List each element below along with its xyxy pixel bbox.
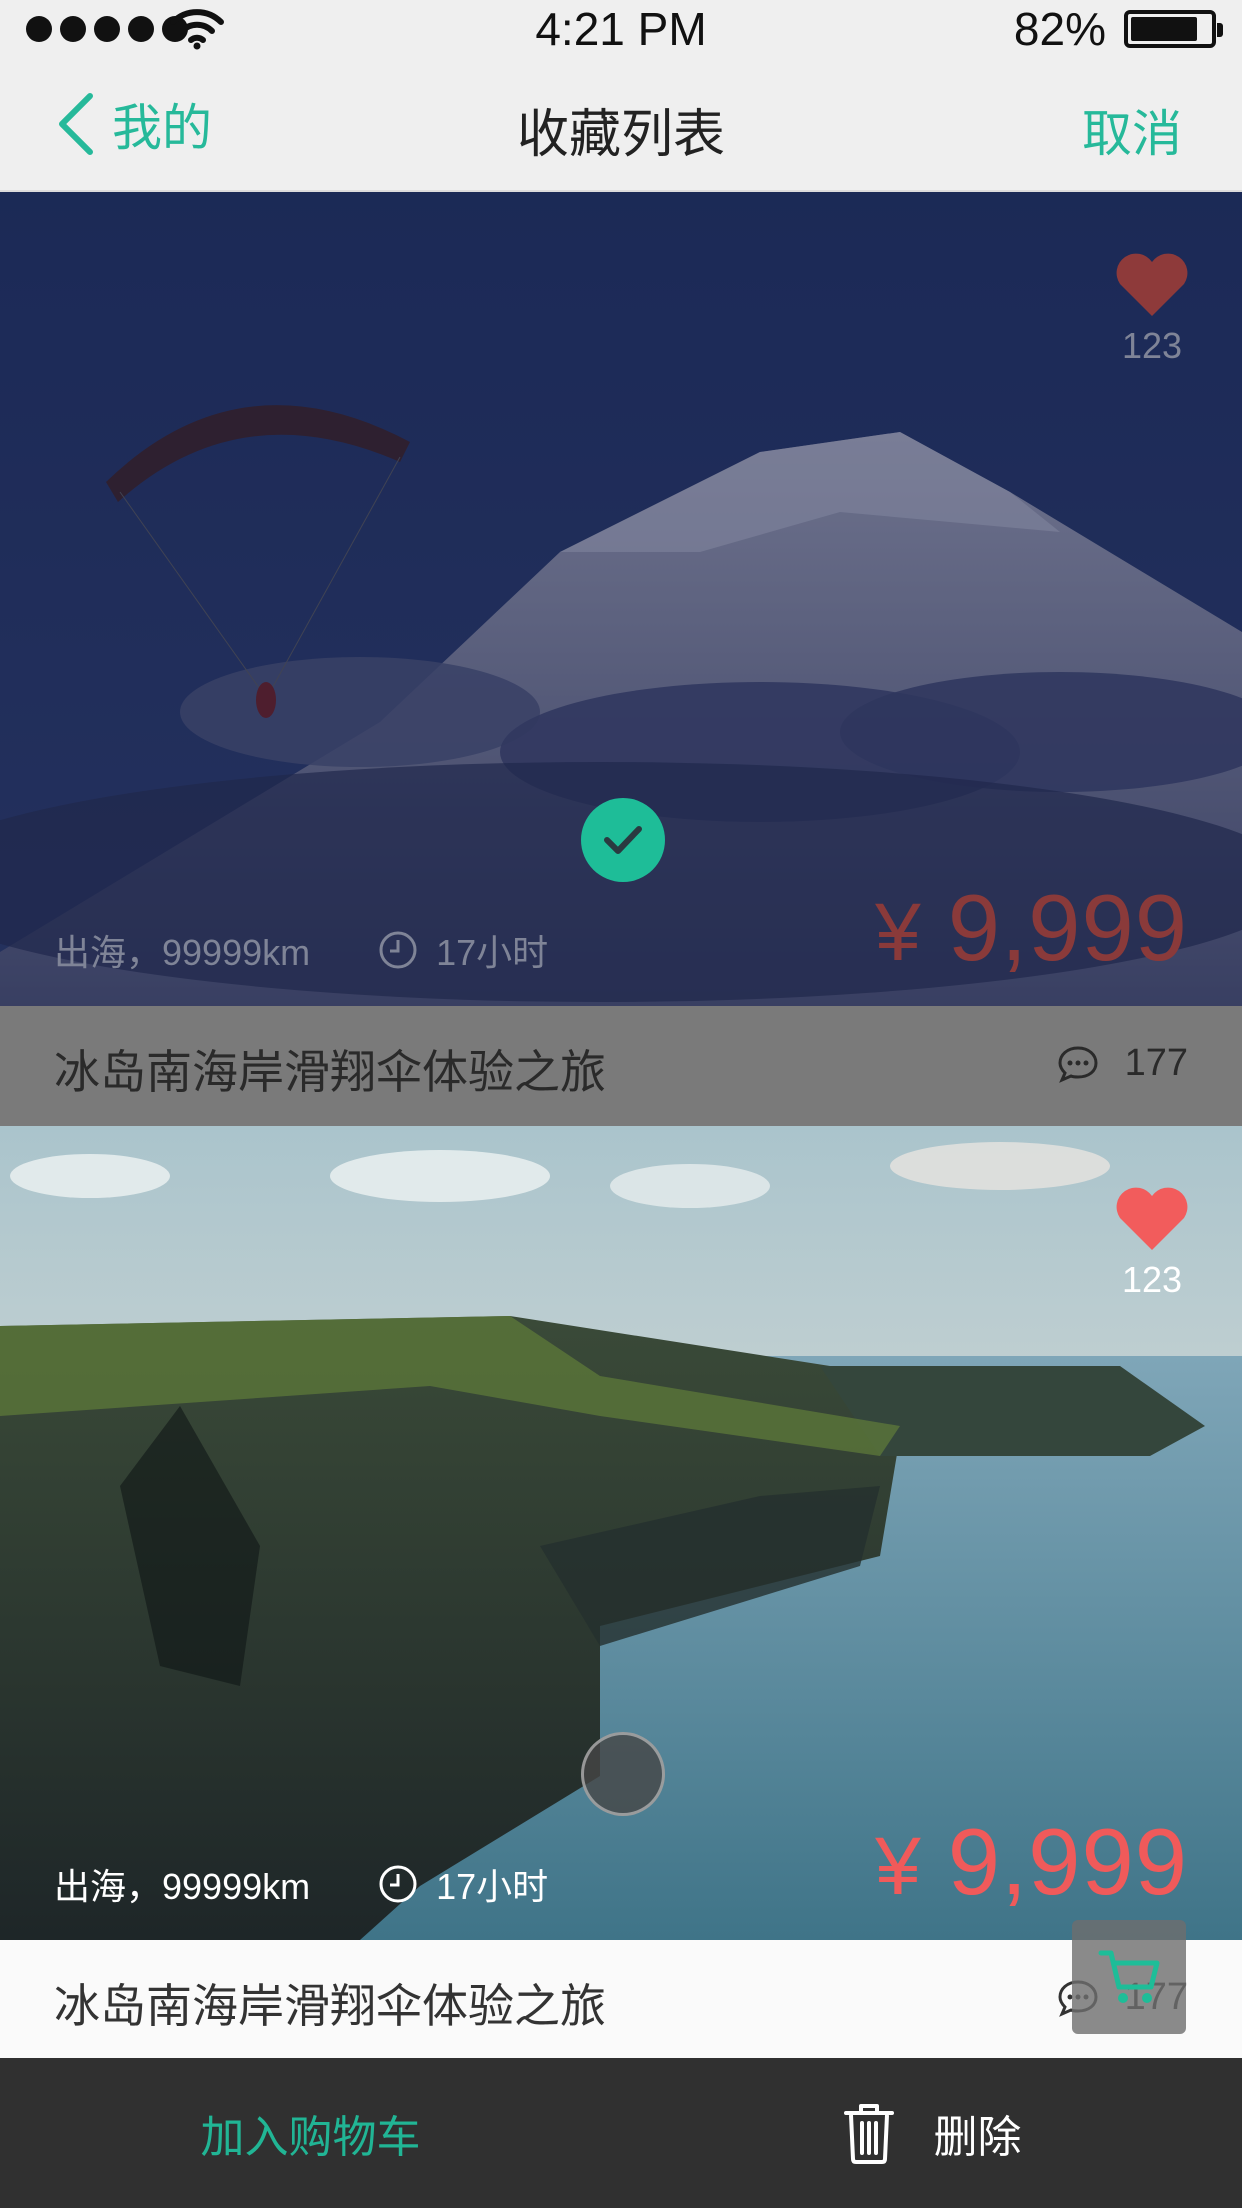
favorite-button[interactable]: 123 <box>1114 252 1190 367</box>
select-checkbox[interactable] <box>581 1732 665 1816</box>
bottom-toolbar: 加入购物车 删除 <box>0 2058 1242 2208</box>
trip-meta: 出海，99999km 17小时 <box>54 1858 548 1910</box>
currency-symbol: ¥ <box>875 887 922 978</box>
cart-button[interactable] <box>1072 1920 1186 2034</box>
screen: 4:21 PM 82% 我的 收藏列表 取消 123 出海，99999km 17… <box>0 0 1242 2208</box>
delete-button[interactable]: 删除 <box>621 2058 1242 2208</box>
favorite-count: 123 <box>1121 325 1183 366</box>
favorite-button[interactable]: 123 <box>1114 1186 1190 1301</box>
check-icon <box>604 826 642 854</box>
status-bar: 4:21 PM 82% <box>0 0 1242 58</box>
clock-icon <box>379 931 417 969</box>
price-value: 9,999 <box>947 875 1188 980</box>
nav-bar: 我的 收藏列表 取消 <box>0 58 1242 192</box>
price: ¥9,999 <box>875 874 1188 982</box>
card-photo: 123 出海，99999km 17小时 ¥9,999 <box>0 192 1242 1006</box>
card-photo: 123 出海，99999km 17小时 ¥9,999 <box>0 1126 1242 1940</box>
favorite-card[interactable]: 123 出海，99999km 17小时 ¥9,999 冰岛南海岸滑翔伞体验之旅 <box>0 1126 1242 2060</box>
heart-icon <box>1116 253 1188 316</box>
delete-label: 删除 <box>933 2113 1022 2162</box>
trip-title: 冰岛南海岸滑翔伞体验之旅 <box>54 1046 606 1098</box>
battery-percent: 82% <box>1013 3 1106 55</box>
add-to-cart-button[interactable]: 加入购物车 <box>0 2058 621 2208</box>
trip-title: 冰岛南海岸滑翔伞体验之旅 <box>54 1980 606 2032</box>
trip-location: 出海，99999km <box>54 932 311 973</box>
trip-duration: 17小时 <box>436 932 549 973</box>
trash-icon <box>843 2104 894 2164</box>
trip-meta: 出海，99999km 17小时 <box>54 924 548 976</box>
comment-count: 177 <box>1057 1042 1188 1085</box>
favorite-count: 123 <box>1121 1259 1183 1300</box>
trip-location: 出海，99999km <box>54 1866 311 1907</box>
favorite-card[interactable]: 123 出海，99999km 17小时 ¥9,999 冰岛南海岸滑翔伞体验之旅 <box>0 192 1242 1126</box>
price: ¥9,999 <box>875 1808 1188 1916</box>
cancel-button[interactable]: 取消 <box>1082 94 1182 166</box>
cart-icon <box>1098 1950 1160 2003</box>
card-info-bar: 冰岛南海岸滑翔伞体验之旅 177 <box>0 1940 1242 2060</box>
select-checkbox[interactable] <box>581 798 665 882</box>
page-title: 收藏列表 <box>516 106 725 164</box>
currency-symbol: ¥ <box>875 1821 922 1912</box>
card-info-bar: 冰岛南海岸滑翔伞体验之旅 177 <box>0 1006 1242 1126</box>
trip-duration: 17小时 <box>436 1866 549 1907</box>
heart-icon <box>1116 1187 1188 1250</box>
comment-count-value: 177 <box>1124 1042 1188 1084</box>
price-value: 9,999 <box>947 1809 1188 1914</box>
clock-icon <box>379 1865 417 1903</box>
battery-icon <box>1124 10 1223 48</box>
comment-icon <box>1058 1045 1098 1083</box>
